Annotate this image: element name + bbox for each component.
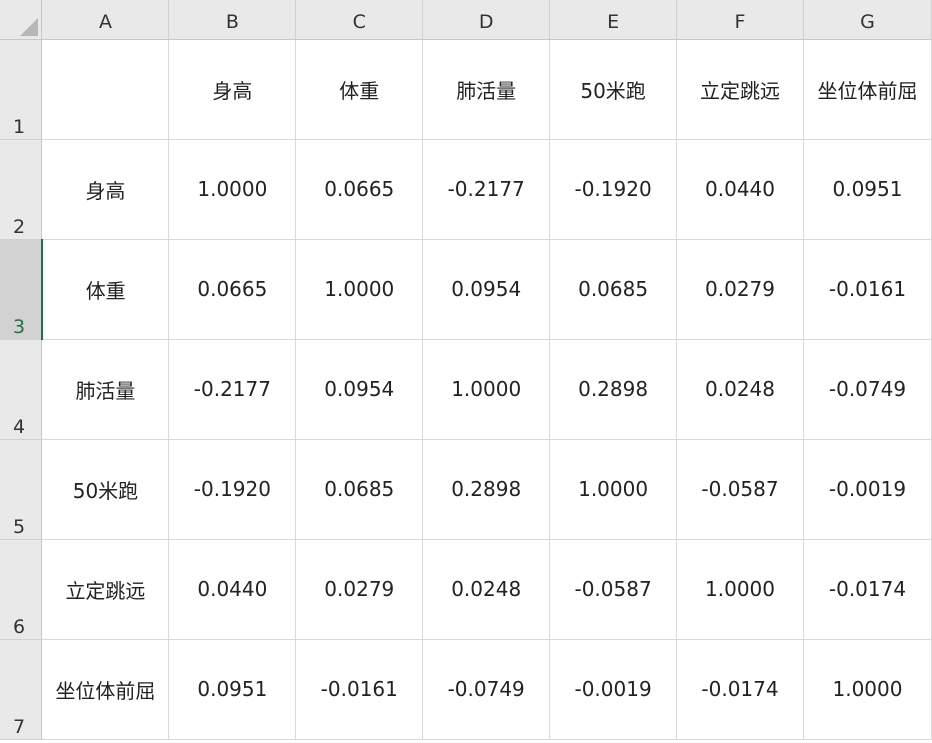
cell-f7[interactable]: -0.0174 — [676, 639, 804, 740]
column-header-f[interactable]: F — [676, 0, 804, 40]
cell-g1[interactable]: 坐位体前屈 — [803, 39, 932, 140]
cell-e3[interactable]: 0.0685 — [549, 239, 678, 340]
cell-a3[interactable]: 体重 — [41, 239, 170, 340]
column-header-e[interactable]: E — [549, 0, 678, 40]
cell-c1[interactable]: 体重 — [295, 39, 424, 140]
cell-f1[interactable]: 立定跳远 — [676, 39, 804, 140]
cell-b1[interactable]: 身高 — [168, 39, 297, 140]
row-header-1[interactable]: 1 — [0, 39, 43, 140]
cell-d6[interactable]: 0.0248 — [422, 539, 551, 640]
cell-a1[interactable] — [41, 39, 170, 140]
cell-c4[interactable]: 0.0954 — [295, 339, 424, 440]
table-row: 1 身高 体重 肺活量 50米跑 立定跳远 坐位体前屈 — [0, 39, 932, 140]
column-header-row: A B C D E F G — [0, 0, 932, 40]
cell-g2[interactable]: 0.0951 — [803, 139, 932, 240]
cell-e6[interactable]: -0.0587 — [549, 539, 678, 640]
row-header-2[interactable]: 2 — [0, 139, 43, 240]
column-header-d[interactable]: D — [422, 0, 551, 40]
row-header-6[interactable]: 6 — [0, 539, 43, 640]
cell-a5[interactable]: 50米跑 — [41, 439, 170, 540]
cell-e2[interactable]: -0.1920 — [549, 139, 678, 240]
cell-c5[interactable]: 0.0685 — [295, 439, 424, 540]
cell-a4[interactable]: 肺活量 — [41, 339, 170, 440]
row-header-3[interactable]: 3 — [0, 239, 43, 340]
cell-d1[interactable]: 肺活量 — [422, 39, 551, 140]
row-header-4[interactable]: 4 — [0, 339, 43, 440]
cell-e7[interactable]: -0.0019 — [549, 639, 678, 740]
table-row: 2 身高 1.0000 0.0665 -0.2177 -0.1920 0.0440 0.095… — [0, 139, 932, 240]
cell-c3[interactable]: 1.0000 — [295, 239, 424, 340]
cell-f2[interactable]: 0.0440 — [676, 139, 804, 240]
table-row: 7 坐位体前屈 0.0951 -0.0161 -0.0749 -0.0019 -0.0174… — [0, 639, 932, 740]
select-all-button[interactable] — [0, 0, 43, 40]
cell-e4[interactable]: 0.2898 — [549, 339, 678, 440]
table-row: 3 体重 0.0665 1.0000 0.0954 0.0685 0.0279 -0.0161 — [0, 239, 932, 340]
cell-a6[interactable]: 立定跳远 — [41, 539, 170, 640]
cell-grid: A B C D E F G 1 身高 体重 肺活量 50米跑 立定跳远 坐位体前屈 2 身高 1.… — [0, 0, 932, 740]
cell-b5[interactable]: -0.1920 — [168, 439, 297, 540]
column-header-a[interactable]: A — [41, 0, 170, 40]
cell-e1[interactable]: 50米跑 — [549, 39, 678, 140]
cell-d7[interactable]: -0.0749 — [422, 639, 551, 740]
cell-d4[interactable]: 1.0000 — [422, 339, 551, 440]
cell-b4[interactable]: -0.2177 — [168, 339, 297, 440]
cell-b3[interactable]: 0.0665 — [168, 239, 297, 340]
row-header-5[interactable]: 5 — [0, 439, 43, 540]
cell-c2[interactable]: 0.0665 — [295, 139, 424, 240]
cell-c7[interactable]: -0.0161 — [295, 639, 424, 740]
cell-g5[interactable]: -0.0019 — [803, 439, 932, 540]
select-all-triangle-icon — [20, 17, 39, 36]
cell-f5[interactable]: -0.0587 — [676, 439, 804, 540]
cell-f3[interactable]: 0.0279 — [676, 239, 804, 340]
table-row: 5 50米跑 -0.1920 0.0685 0.2898 1.0000 -0.0587 -0.… — [0, 439, 932, 540]
cell-a7[interactable]: 坐位体前屈 — [41, 639, 170, 740]
cell-c6[interactable]: 0.0279 — [295, 539, 424, 640]
cell-d3[interactable]: 0.0954 — [422, 239, 551, 340]
cell-g3[interactable]: -0.0161 — [803, 239, 932, 340]
cell-g4[interactable]: -0.0749 — [803, 339, 932, 440]
cell-a2[interactable]: 身高 — [41, 139, 170, 240]
grid-body: 1 身高 体重 肺活量 50米跑 立定跳远 坐位体前屈 2 身高 1.0000 0.0665 -0.2… — [0, 39, 932, 740]
cell-g7[interactable]: 1.0000 — [803, 639, 932, 740]
cell-d2[interactable]: -0.2177 — [422, 139, 551, 240]
cell-b6[interactable]: 0.0440 — [168, 539, 297, 640]
cell-b2[interactable]: 1.0000 — [168, 139, 297, 240]
spreadsheet: A B C D E F G 1 身高 体重 肺活量 50米跑 立定跳远 坐位体前屈 2 身高 1.… — [0, 0, 932, 743]
cell-f4[interactable]: 0.0248 — [676, 339, 804, 440]
row-header-7[interactable]: 7 — [0, 639, 43, 740]
table-row: 6 立定跳远 0.0440 0.0279 0.0248 -0.0587 1.0000 -0.0… — [0, 539, 932, 640]
cell-f6[interactable]: 1.0000 — [676, 539, 804, 640]
column-header-g[interactable]: G — [803, 0, 932, 40]
cell-d5[interactable]: 0.2898 — [422, 439, 551, 540]
cell-e5[interactable]: 1.0000 — [549, 439, 678, 540]
cell-g6[interactable]: -0.0174 — [803, 539, 932, 640]
cell-b7[interactable]: 0.0951 — [168, 639, 297, 740]
table-row: 4 肺活量 -0.2177 0.0954 1.0000 0.2898 0.0248 -0.07… — [0, 339, 932, 440]
column-header-c[interactable]: C — [295, 0, 424, 40]
column-header-b[interactable]: B — [168, 0, 297, 40]
